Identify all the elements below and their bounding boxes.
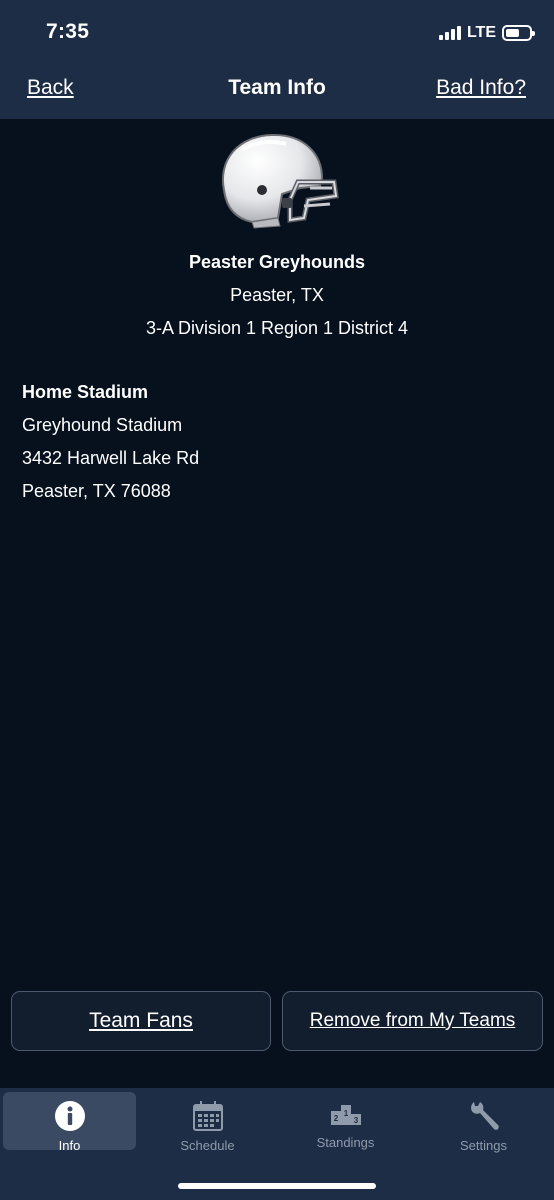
back-button[interactable]: Back	[27, 76, 74, 100]
stadium-address: 3432 Harwell Lake Rd	[22, 448, 200, 468]
home-stadium-section: Home Stadium Greyhound Stadium 3432 Harw…	[22, 380, 199, 512]
home-indicator	[178, 1183, 376, 1189]
team-city: Peaster, TX	[230, 285, 324, 305]
team-info: Peaster Greyhounds Peaster, TX 3-A Divis…	[0, 250, 554, 340]
team-helmet-logo	[221, 133, 339, 229]
tab-schedule[interactable]: Schedule	[141, 1092, 274, 1153]
svg-text:3: 3	[353, 1116, 358, 1125]
team-fans-button[interactable]: Team Fans	[11, 991, 271, 1051]
calendar-icon	[192, 1100, 224, 1132]
tab-schedule-label: Schedule	[180, 1138, 235, 1153]
network-label: LTE	[466, 24, 496, 41]
podium-icon: 1 2 3	[330, 1100, 362, 1129]
tab-settings[interactable]: Settings	[417, 1092, 550, 1153]
tab-standings[interactable]: 1 2 3 Standings	[279, 1092, 412, 1150]
battery-icon	[502, 25, 535, 41]
signal-icon	[438, 26, 461, 40]
wrench-icon	[468, 1100, 500, 1132]
tab-info[interactable]: Info	[3, 1092, 136, 1153]
bad-info-button[interactable]: Bad Info?	[436, 76, 526, 100]
status-bar: 7:35 LTE	[0, 0, 554, 66]
tab-info-label: Info	[58, 1138, 81, 1153]
svg-text:1: 1	[343, 1109, 348, 1118]
status-indicators: LTE	[438, 22, 535, 44]
tab-settings-label: Settings	[460, 1138, 507, 1153]
stadium-city-zip: Peaster, TX 76088	[22, 481, 171, 501]
status-time: 7:35	[46, 20, 90, 43]
info-icon	[54, 1100, 86, 1132]
team-division: 3-A Division 1 Region 1 District 4	[145, 318, 409, 338]
tab-bar: Info Schedule 1 2 3 Standings Settings	[0, 1088, 554, 1200]
svg-text:2: 2	[333, 1114, 338, 1123]
stadium-heading: Home Stadium	[22, 382, 149, 402]
navigation-bar: Back Team Info Bad Info?	[0, 66, 554, 119]
remove-from-my-teams-button[interactable]: Remove from My Teams	[282, 991, 543, 1051]
tab-standings-label: Standings	[316, 1135, 375, 1150]
team-name: Peaster Greyhounds	[188, 252, 366, 272]
stadium-name: Greyhound Stadium	[22, 415, 183, 435]
